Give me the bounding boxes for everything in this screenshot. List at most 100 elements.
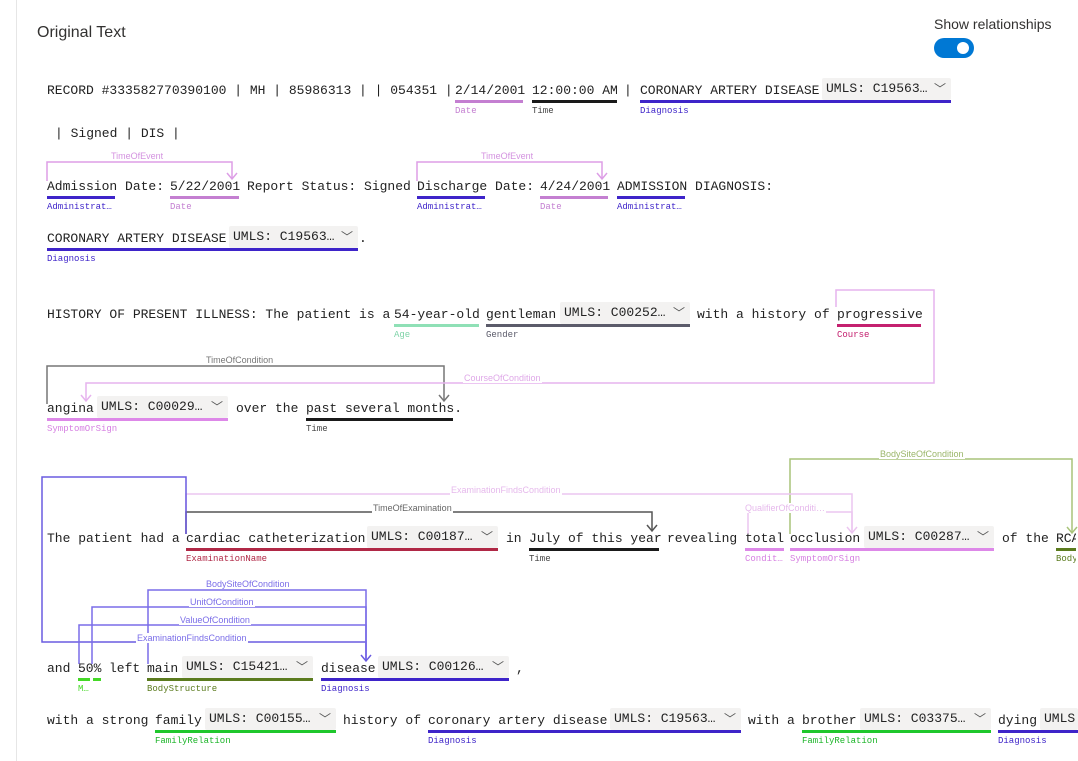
umls-dropdown[interactable]: UMLS	[1040, 708, 1078, 730]
entity-symptom[interactable]: angina	[47, 401, 94, 417]
chevron-down-icon: ﹀	[976, 530, 989, 544]
entity-measurement[interactable]: 50%	[78, 661, 101, 677]
entity-label: Body	[1056, 554, 1076, 564]
entity-qualifier[interactable]: total	[745, 531, 784, 547]
entity-label: Administrat…	[47, 202, 112, 212]
entity-underline	[837, 324, 921, 327]
text-span: The patient had a	[47, 531, 180, 546]
text-span: left	[109, 661, 141, 676]
entity-underline	[745, 548, 784, 551]
umls-dropdown[interactable]: UMLS: C00252… ﹀	[560, 302, 690, 324]
show-relationships-label: Show relationships	[934, 16, 1052, 32]
entity-underline	[321, 678, 509, 681]
entity-date[interactable]: 4/24/2001	[540, 179, 610, 195]
umls-dropdown[interactable]: UMLS: C00126… ﹀	[378, 656, 509, 678]
umls-code: UMLS: C19563…	[233, 229, 335, 244]
entity-underline	[640, 100, 951, 103]
umls-dropdown[interactable]: UMLS: C03375… ﹀	[860, 708, 991, 730]
entity-underline	[532, 100, 617, 103]
entity-underline	[1056, 548, 1076, 551]
entity-age[interactable]: 54-year-old	[394, 307, 480, 323]
umls-code: UMLS	[1044, 711, 1076, 726]
entity-label: Administrat…	[417, 202, 482, 212]
text-span: in	[506, 531, 522, 546]
umls-dropdown[interactable]: UMLS: C00155… ﹀	[205, 708, 336, 730]
entity-administrative[interactable]: Discharge Date:	[417, 179, 534, 195]
entity-body-structure[interactable]: main	[147, 661, 178, 677]
entity-family-relation[interactable]: brother	[802, 713, 857, 729]
chevron-down-icon: ﹀	[480, 530, 493, 544]
entity-underline	[540, 196, 608, 199]
entity-examination[interactable]: cardiac catheterization	[186, 531, 365, 547]
entity-label: Diagnosis	[998, 736, 1047, 746]
show-relationships-toggle[interactable]	[934, 38, 974, 58]
umls-code: UMLS: C00029…	[101, 399, 203, 414]
text-span: | Signed | DIS |	[55, 126, 180, 141]
entity-diagnosis[interactable]: dying	[998, 713, 1037, 729]
text-span: with a	[748, 713, 795, 728]
entity-administrative[interactable]: ADMISSION DIAGNOSIS:	[617, 179, 773, 195]
chevron-down-icon: ﹀	[340, 230, 353, 244]
entity-label: SymptomOrSign	[47, 424, 118, 434]
entity-time[interactable]: past several months.	[306, 401, 462, 417]
text-span: .	[359, 231, 367, 246]
text-span: history of	[343, 713, 422, 728]
entity-underline	[529, 548, 659, 551]
entity-underline	[47, 196, 115, 199]
text-span: Report Status: Signed	[247, 179, 411, 194]
umls-code: UMLS: C00155…	[209, 711, 311, 726]
chevron-down-icon: ﹀	[723, 712, 736, 726]
umls-dropdown[interactable]: UMLS: C19563… ﹀	[229, 226, 358, 248]
umls-dropdown[interactable]: UMLS: C19563… ﹀	[610, 708, 741, 730]
rel-label-bodysite-of-condition-2: BodySiteOfCondition	[205, 579, 291, 589]
text-span: RECORD #333582770390100 | MH | 85986313 …	[47, 83, 453, 98]
entity-label: FamilyRelation	[155, 736, 231, 746]
entity-diagnosis[interactable]: CORONARY ARTERY DISEASE	[640, 83, 819, 99]
umls-dropdown[interactable]: UMLS: C00187… ﹀	[367, 526, 498, 548]
entity-administrative[interactable]: Admission Date:	[47, 179, 164, 195]
entity-underline	[417, 196, 485, 199]
entity-diagnosis[interactable]: coronary artery disease	[428, 713, 607, 729]
umls-dropdown[interactable]: UMLS: C00029… ﹀	[97, 396, 228, 418]
entity-underline	[47, 248, 358, 251]
umls-code: UMLS: C15421…	[186, 659, 288, 674]
entity-label: M…	[78, 684, 89, 694]
entity-label: BodyStructure	[147, 684, 218, 694]
entity-date[interactable]: 5/22/2001	[170, 179, 240, 195]
text-span: and	[47, 661, 71, 676]
umls-dropdown[interactable]: UMLS: C15421… ﹀	[182, 656, 313, 678]
entity-underline	[170, 196, 239, 199]
chevron-down-icon: ﹀	[491, 660, 504, 674]
entity-family-relation[interactable]: family	[155, 713, 202, 729]
rel-label-time-of-event-1: TimeOfEvent	[110, 151, 165, 161]
entity-underline	[306, 418, 453, 421]
text-span: over the	[236, 401, 299, 416]
text-span: with a history of	[697, 307, 830, 322]
entity-gender[interactable]: gentleman	[486, 307, 556, 323]
rel-label-value-of-condition: ValueOfCondition	[179, 615, 251, 625]
entity-diagnosis[interactable]: disease	[321, 661, 376, 677]
entity-underline	[93, 678, 101, 681]
entity-underline	[147, 678, 313, 681]
chevron-down-icon: ﹀	[933, 82, 946, 96]
entity-underline	[428, 730, 741, 733]
entity-label: Gender	[486, 330, 519, 340]
entity-body[interactable]: RCA	[1056, 531, 1076, 547]
chevron-down-icon: ﹀	[318, 712, 331, 726]
entity-diagnosis[interactable]: CORONARY ARTERY DISEASE	[47, 231, 226, 247]
entity-date[interactable]: 2/14/2001	[455, 83, 525, 99]
chevron-down-icon: ﹀	[973, 712, 986, 726]
umls-dropdown[interactable]: UMLS: C19563… ﹀	[822, 78, 951, 100]
entity-label: FamilyRelation	[802, 736, 878, 746]
entity-course[interactable]: progressive	[837, 307, 923, 323]
umls-code: UMLS: C19563…	[614, 711, 716, 726]
entity-symptom[interactable]: occlusion	[790, 531, 860, 547]
entity-time[interactable]: 12:00:00 AM	[532, 83, 618, 99]
entity-time[interactable]: July of this year	[529, 531, 662, 547]
chevron-down-icon: ﹀	[672, 306, 685, 320]
entity-label: Time	[532, 106, 554, 116]
umls-dropdown[interactable]: UMLS: C00287… ﹀	[864, 526, 994, 548]
entity-underline	[186, 548, 498, 551]
rel-label-course-of-condition: CourseOfCondition	[463, 373, 542, 383]
umls-code: UMLS: C00252…	[564, 305, 666, 320]
